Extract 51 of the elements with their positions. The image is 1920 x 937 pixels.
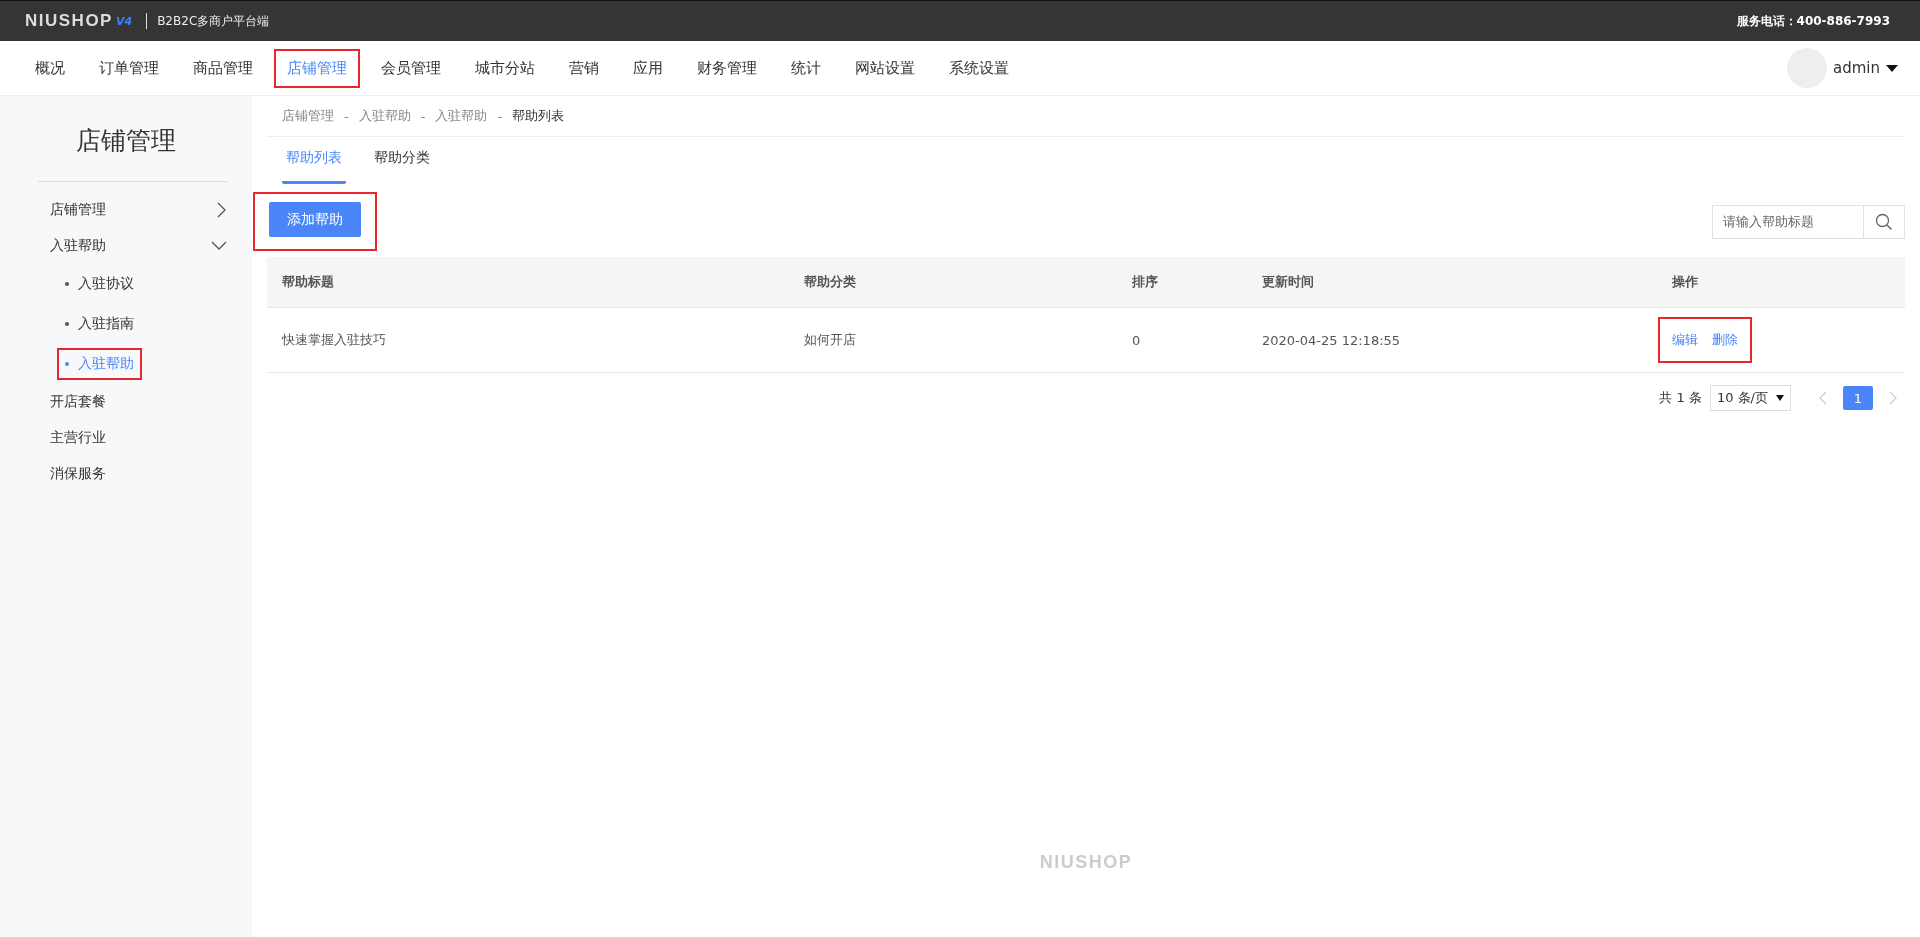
logo-version: V4 [115,14,133,28]
tab[interactable]: 帮助分类 [370,149,434,184]
nav-tab[interactable]: 营销 [556,48,612,88]
nav-tab[interactable]: 统计 [778,48,834,88]
breadcrumb-link[interactable]: 入驻帮助 [358,107,411,125]
service-phone: 服务电话：400-886-7993 [1736,12,1890,30]
user-name[interactable]: admin [1833,59,1880,77]
action-link[interactable]: 编辑 [1672,331,1698,349]
sidebar-subitem[interactable]: 入驻指南 [57,308,142,340]
chevron-right-icon[interactable] [217,202,227,218]
platform-subtitle: B2B2C多商户平台端 [157,12,270,30]
table-cell: 0 [1117,307,1247,373]
breadcrumb-separator: - [497,108,503,124]
sidebar-title: 店铺管理 [75,125,177,157]
nav-tab[interactable]: 应用 [620,48,676,88]
nav-tab[interactable]: 店铺管理 [274,48,360,88]
page-size-select[interactable]: 10 条/页 [1709,385,1791,411]
sidebar-item[interactable]: 开店套餐 [50,384,227,420]
table-cell: 2020-04-25 12:18:55 [1247,307,1657,373]
breadcrumb-separator: - [420,108,426,124]
nav-tab[interactable]: 网站设置 [842,48,928,88]
column-header: 操作 [1657,257,1905,308]
chevron-down-icon[interactable] [211,241,227,251]
column-header: 帮助标题 [267,257,789,308]
sidebar-item[interactable]: 入驻帮助 [50,228,227,264]
table-cell: 如何开店 [789,307,1117,373]
caret-icon[interactable] [1886,64,1898,72]
nav-tab[interactable]: 会员管理 [368,48,454,88]
nav-tab[interactable]: 财务管理 [684,48,770,88]
search-bar[interactable]: 请输入帮助标题 [1712,204,1905,239]
nav-tab[interactable]: 系统设置 [936,48,1022,88]
nav-tab[interactable]: 城市分站 [462,48,548,88]
nav-tab[interactable]: 订单管理 [86,48,172,88]
caret-icon[interactable] [1776,395,1784,401]
sidebar-item[interactable]: 消保服务 [50,456,227,492]
logo: NIUSHOP [25,11,113,31]
breadcrumb-link[interactable]: 入驻帮助 [435,107,488,125]
column-header: 排序 [1117,257,1247,308]
breadcrumb-separator: - [344,108,349,124]
breadcrumb-link[interactable]: 店铺管理 [282,107,334,125]
column-header: 更新时间 [1247,257,1657,308]
nav-tab[interactable]: 概况 [22,48,78,88]
tab[interactable]: 帮助列表 [282,149,346,184]
sidebar-subitem[interactable]: 入驻协议 [57,268,142,300]
sidebar-item[interactable]: 主营行业 [50,420,227,456]
total-count: 共 1 条 [1659,389,1702,407]
action-link[interactable]: 删除 [1712,331,1738,349]
nav-tab[interactable]: 商品管理 [180,48,266,88]
table-cell: 快速掌握入驻技巧 [267,307,789,373]
sidebar-item[interactable]: 店铺管理 [50,192,227,228]
column-header: 帮助分类 [789,257,1117,308]
